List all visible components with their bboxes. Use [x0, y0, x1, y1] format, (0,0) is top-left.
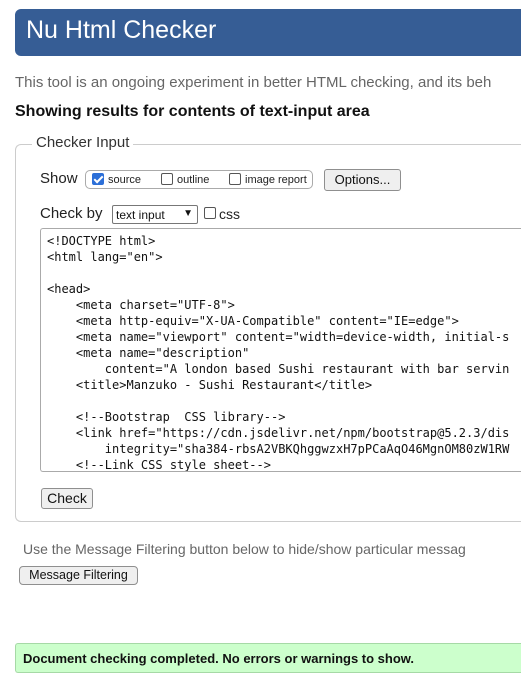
show-options-group: source outline image report [85, 170, 313, 189]
check-by-selected-value: text input [116, 208, 165, 222]
intro-text: This tool is an ongoing experiment in be… [15, 74, 492, 91]
source-line: <meta charset="UTF-8"> [47, 298, 235, 312]
check-button[interactable]: Check [41, 488, 93, 509]
css-label[interactable]: css [219, 206, 240, 222]
source-line: <meta name="description" [47, 346, 250, 360]
source-line: <!DOCTYPE html> [47, 234, 156, 248]
message-filtering-button[interactable]: Message Filtering [19, 566, 138, 585]
nu-html-checker-page: Nu Html Checker This tool is an ongoing … [0, 0, 521, 682]
show-image-report-label[interactable]: image report [245, 174, 307, 186]
show-outline-checkbox[interactable] [161, 173, 173, 185]
page-title: Nu Html Checker [26, 16, 217, 44]
chevron-down-icon: ▼ [183, 208, 193, 219]
options-button[interactable]: Options... [324, 169, 401, 191]
source-textarea[interactable]: <!DOCTYPE html> <html lang="en"> <head> … [40, 228, 521, 472]
check-by-label: Check by [40, 205, 103, 222]
source-line: content="A london based Sushi restaurant… [47, 362, 510, 376]
show-source-label[interactable]: source [108, 174, 141, 186]
status-message: Document checking completed. No errors o… [23, 651, 415, 666]
css-checkbox[interactable] [204, 207, 216, 219]
show-source-checkbox[interactable] [92, 173, 104, 185]
show-outline-label[interactable]: outline [177, 174, 209, 186]
source-code: <!DOCTYPE html> <html lang="en"> <head> … [41, 229, 521, 472]
results-heading: Showing results for contents of text-inp… [15, 103, 370, 120]
show-image-report-checkbox[interactable] [229, 173, 241, 185]
source-line: <!--Link CSS style sheet--> [47, 458, 271, 472]
checker-input-legend: Checker Input [32, 134, 134, 151]
source-line: <head> [47, 282, 91, 296]
check-by-select[interactable]: text input ▼ [112, 205, 198, 224]
page-header: Nu Html Checker [15, 9, 521, 56]
source-line: <meta name="viewport" content="width=dev… [47, 330, 510, 344]
source-line: <meta http-equiv="X-UA-Compatible" conte… [47, 314, 459, 328]
source-line: <html lang="en"> [47, 250, 163, 264]
source-line: integrity="sha384-rbsA2VBKQhggwzxH7pPCaA… [47, 442, 510, 456]
source-line: <link href="https://cdn.jsdelivr.net/npm… [47, 426, 510, 440]
checker-input-fieldset: Checker Input Show source outline image … [15, 134, 521, 522]
source-line: <title>Manzuko - Sushi Restaurant</title… [47, 378, 373, 392]
message-filtering-hint: Use the Message Filtering button below t… [23, 541, 466, 557]
show-label: Show [40, 170, 78, 187]
status-message-box: Document checking completed. No errors o… [15, 643, 521, 673]
source-line: <!--Bootstrap CSS library--> [47, 410, 286, 424]
